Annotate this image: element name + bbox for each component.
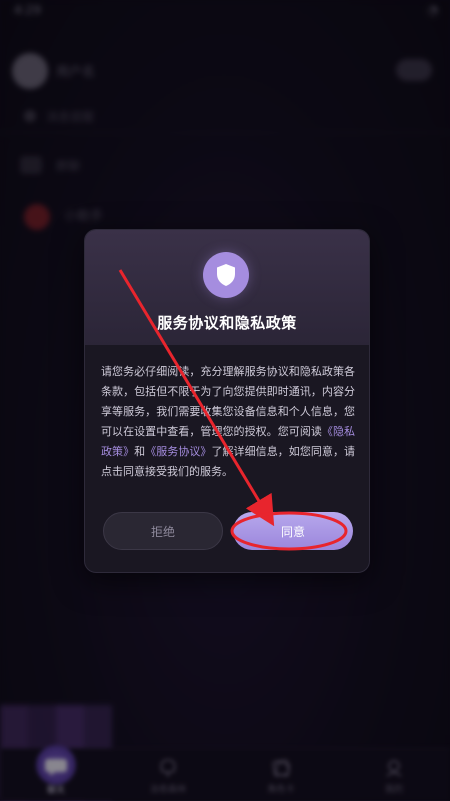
dialog-title: 服务协议和隐私政策: [157, 314, 297, 332]
dialog-header: 服务协议和隐私政策: [85, 230, 369, 345]
service-agreement-link[interactable]: 《服务协议》: [145, 445, 211, 458]
agree-button[interactable]: 同意: [233, 512, 353, 550]
dialog-body-text: 和: [134, 445, 146, 458]
dialog-body: 请您务必仔细阅读，充分理解服务协议和隐私政策各条款，包括但不限于为了向您提供即时…: [101, 362, 355, 482]
shield-icon: [203, 252, 249, 298]
decline-button[interactable]: 拒绝: [103, 512, 223, 550]
agreement-dialog: 服务协议和隐私政策 请您务必仔细阅读，充分理解服务协议和隐私政策各条款，包括但不…: [84, 229, 370, 573]
dialog-body-text: 请您务必仔细阅读，充分理解服务协议和隐私政策各条款，包括但不限于为了向您提供即时…: [101, 365, 355, 438]
